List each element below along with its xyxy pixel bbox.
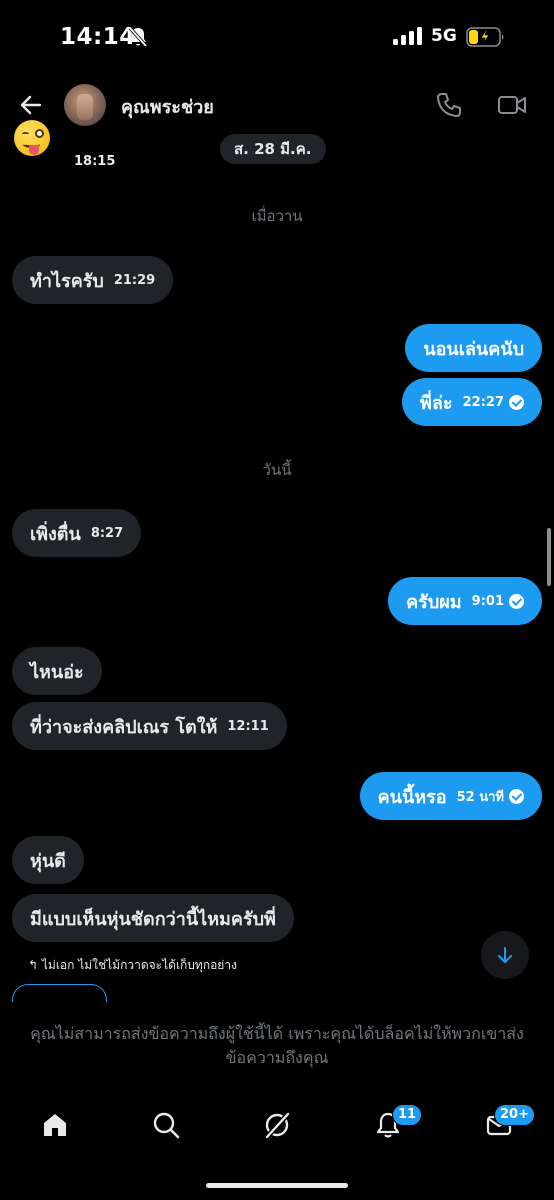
- read-check-icon: [509, 593, 524, 609]
- message-time: 12:11: [227, 718, 269, 734]
- blocked-notice: คุณไม่สามารถส่งข้อความถึงผู้ใช้นี้ได้ เพ…: [30, 1024, 524, 1067]
- phone-icon[interactable]: [434, 90, 464, 120]
- tab-grok[interactable]: [260, 1108, 294, 1142]
- incoming-message[interactable]: ทำไรครับ 21:29: [12, 256, 174, 304]
- message-time: 8:27: [90, 525, 124, 541]
- status-time: 14:14: [60, 24, 136, 50]
- status-bar: 14:14 5G: [0, 0, 554, 76]
- search-icon: [153, 1112, 180, 1139]
- date-pill: ส. 28 มี.ค.: [220, 134, 326, 164]
- reply-preview: ↰ ไม่เอก ไม่ใช่ไม้กวาดจะได้เก็บทุกอย่าง: [28, 958, 237, 972]
- message-list[interactable]: 18:15 ส. 28 มี.ค. เมื่อวาน ทำไรครับ 21:2…: [0, 118, 554, 1002]
- outgoing-message[interactable]: พี่ล่ะ 22:27: [402, 378, 542, 426]
- home-icon: [44, 1114, 66, 1136]
- scroll-to-bottom-button[interactable]: [481, 931, 529, 979]
- arrow-down-icon: [498, 947, 512, 963]
- grok-icon: [264, 1111, 291, 1140]
- bell-off-icon: [128, 26, 148, 48]
- messages-badge: 20+: [494, 1104, 535, 1126]
- contact-name[interactable]: คุณพระช่วย: [121, 92, 214, 121]
- outgoing-message[interactable]: คนนี้หรอ 52 นาที: [359, 772, 542, 820]
- scrollbar[interactable]: [547, 528, 551, 586]
- outgoing-message[interactable]: นอนเล่นคนับ: [405, 324, 542, 372]
- incoming-message[interactable]: ที่ว่าจะส่งคลิปเณร โตให้ 12:11: [12, 702, 287, 750]
- back-arrow-icon[interactable]: [16, 90, 46, 120]
- message-time: 22:27: [463, 394, 524, 410]
- network-type: 5G: [431, 26, 457, 46]
- message-time: 21:29: [113, 272, 156, 288]
- notifications-badge: 11: [392, 1104, 423, 1126]
- date-divider-today: วันนี้: [262, 461, 292, 479]
- video-icon[interactable]: [496, 90, 528, 120]
- tab-home[interactable]: [38, 1108, 72, 1142]
- incoming-message[interactable]: ไหนอ่ะ: [12, 647, 102, 695]
- message-timestamp: 18:15: [74, 154, 116, 169]
- message-time: 52 นาที: [457, 786, 524, 807]
- signal-icon: [393, 27, 422, 45]
- partial-message[interactable]: [12, 984, 107, 1002]
- message-time: 9:01: [472, 593, 524, 609]
- read-check-icon: [509, 788, 524, 804]
- incoming-message[interactable]: หุ่นดี: [12, 836, 84, 884]
- date-divider-yesterday: เมื่อวาน: [251, 207, 303, 225]
- zany-face-emoji: [14, 120, 50, 156]
- outgoing-message[interactable]: ครับผม 9:01: [388, 577, 542, 625]
- battery-icon: [466, 27, 504, 47]
- incoming-message[interactable]: มีแบบเห็นหุ่นชัดกว่านี้ไหมครับพี่: [12, 894, 294, 942]
- read-check-icon: [509, 394, 524, 410]
- bottom-tab-bar: 11 20+: [0, 1092, 554, 1154]
- incoming-message[interactable]: เพิ่งตื่น 8:27: [12, 509, 142, 557]
- tab-search[interactable]: [149, 1108, 183, 1142]
- home-indicator: [206, 1183, 348, 1188]
